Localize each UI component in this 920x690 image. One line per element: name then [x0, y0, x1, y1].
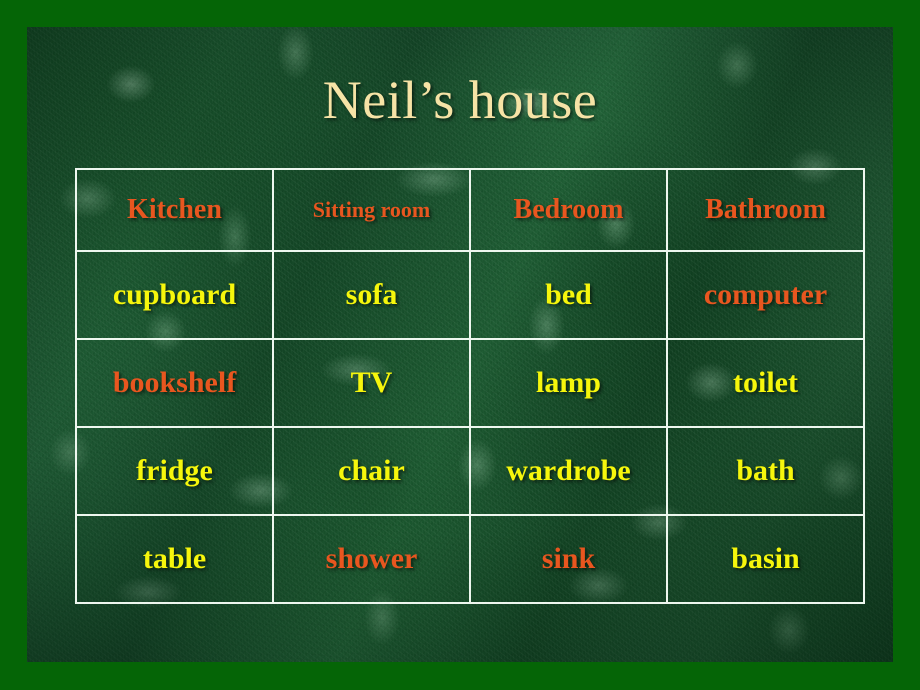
table-row: fridge chair wardrobe bath [75, 426, 865, 516]
table-cell: bath [666, 426, 865, 516]
table-cell: bookshelf [75, 338, 274, 428]
table-body: cupboard sofa bed computer bookshelf TV … [75, 250, 865, 604]
vocabulary-table: Kitchen Sitting room Bedroom Bathroom cu… [75, 168, 865, 604]
table-cell: basin [666, 514, 865, 604]
table-cell: bed [469, 250, 668, 340]
table-row: cupboard sofa bed computer [75, 250, 865, 340]
slide: Neil’s house Kitchen Sitting room Bedroo… [0, 0, 920, 690]
table-cell: table [75, 514, 274, 604]
table-cell: wardrobe [469, 426, 668, 516]
table-row: bookshelf TV lamp toilet [75, 338, 865, 428]
page-title: Neil’s house [322, 70, 598, 130]
table-cell: computer [666, 250, 865, 340]
slide-canvas: Neil’s house Kitchen Sitting room Bedroo… [27, 27, 893, 662]
table-cell: toilet [666, 338, 865, 428]
table-header: Kitchen Sitting room Bedroom Bathroom [75, 168, 865, 252]
table-cell: sink [469, 514, 668, 604]
table-cell: fridge [75, 426, 274, 516]
vocabulary-table-wrapper: Kitchen Sitting room Bedroom Bathroom cu… [75, 168, 865, 604]
table-cell: shower [272, 514, 471, 604]
table-header-bedroom: Bedroom [469, 168, 668, 252]
table-cell: chair [272, 426, 471, 516]
table-cell: sofa [272, 250, 471, 340]
table-cell: lamp [469, 338, 668, 428]
table-header-row: Kitchen Sitting room Bedroom Bathroom [75, 168, 865, 252]
table-row: table shower sink basin [75, 514, 865, 604]
table-header-sitting-room: Sitting room [272, 168, 471, 252]
table-cell: cupboard [75, 250, 274, 340]
table-header-kitchen: Kitchen [75, 168, 274, 252]
table-cell: TV [272, 338, 471, 428]
table-header-bathroom: Bathroom [666, 168, 865, 252]
